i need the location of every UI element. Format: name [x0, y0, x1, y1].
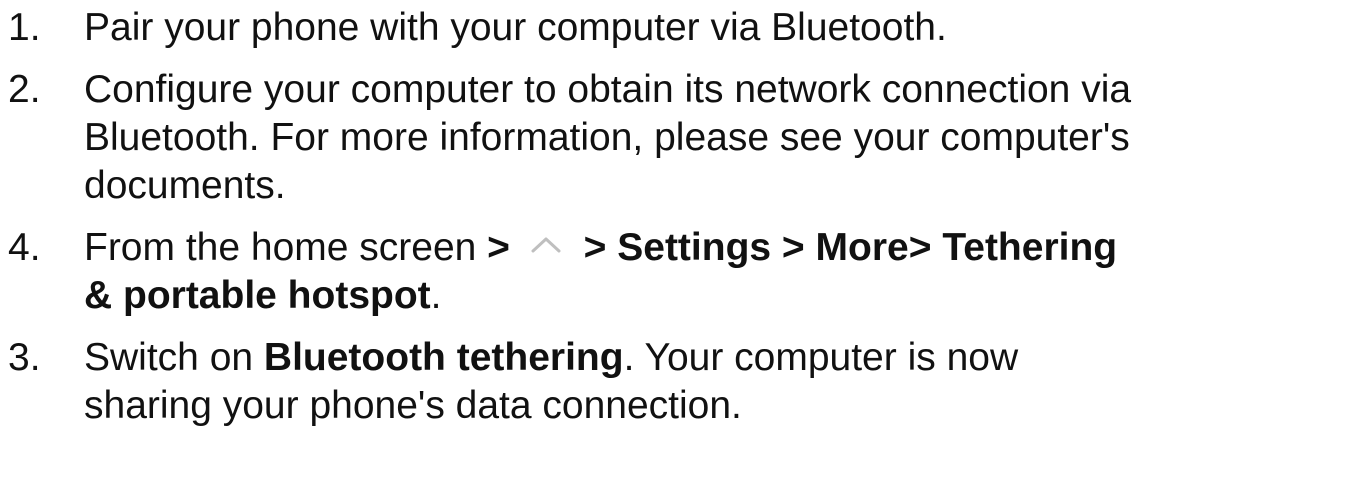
step-text: . Your computer is now [623, 336, 1019, 379]
step-number: 2. [8, 68, 41, 111]
step-4: 4. From the home screen > > Settings > M… [0, 224, 1350, 320]
step-text-line: Configure your computer to obtain its ne… [84, 68, 1132, 111]
step-1: 1. Pair your phone with your computer vi… [0, 4, 1350, 52]
step-3: 3. Switch on Bluetooth tethering. Your c… [0, 334, 1350, 430]
step-text-line: sharing your phone's data connection. [84, 384, 742, 427]
bluetooth-tethering-label: Bluetooth tethering [263, 336, 624, 379]
step-text-line: documents. [84, 164, 286, 207]
chevron-up-icon [521, 224, 573, 254]
instruction-list: 1. Pair your phone with your computer vi… [0, 0, 1350, 444]
path-separator: > [476, 226, 510, 269]
period: . [430, 274, 442, 317]
step-text-line: Bluetooth. For more information, please … [84, 116, 1130, 159]
step-text: Switch on [84, 336, 264, 379]
step-number: 4. [8, 226, 41, 269]
settings-path: > Settings > More> Tethering [572, 226, 1118, 269]
step-number: 3. [8, 336, 41, 379]
step-text: Pair your phone with your computer via B… [84, 6, 947, 49]
step-text: From the home screen [84, 226, 477, 269]
settings-path-continued: & portable hotspot [84, 274, 431, 317]
step-2: 2. Configure your computer to obtain its… [0, 66, 1350, 210]
step-number: 1. [8, 6, 41, 49]
